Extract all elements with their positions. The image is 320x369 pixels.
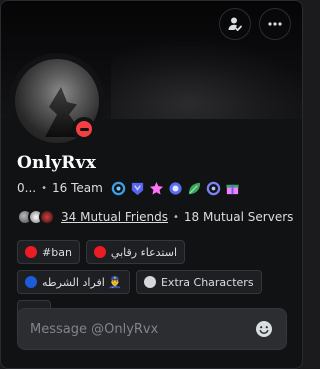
dnd-status-icon [76,121,92,137]
role-label: افراد الشرطه 👮‍♂️ [42,275,122,289]
ring-badge-icon[interactable] [206,180,222,196]
separator-dot: • [41,182,47,194]
message-box[interactable] [17,308,287,350]
quest-badge-icon[interactable] [168,180,184,196]
boost-badge-icon[interactable] [111,180,127,196]
smile-icon [256,321,272,337]
role-pill[interactable]: افراد الشرطه 👮‍♂️ [17,270,130,294]
nitro-badge-icon[interactable] [149,180,165,196]
message-input[interactable] [30,321,254,337]
role-pill[interactable]: Extra Characters [135,270,262,294]
add-friend-button[interactable] [219,8,251,40]
status-indicator [72,117,96,141]
role-pill[interactable]: #ban [17,240,80,264]
role-color-dot [25,246,37,258]
role-label: #ban [42,245,72,259]
role-label: Extra Characters [160,275,254,289]
badge-list [111,180,241,196]
gift-badge-icon[interactable] [225,180,241,196]
profile-popout: OnlyRvx 0... • 16 Team 34 Mutual Friends… [0,0,303,369]
separator-dot: • [173,211,179,223]
mutual-servers-link[interactable]: 18 Mutual Servers [184,210,293,224]
role-color-dot [93,246,106,258]
role-label: استدعاء رقابي [110,245,178,259]
emoji-button[interactable] [254,319,274,339]
display-name: OnlyRvx [17,153,97,173]
role-color-dot [25,276,37,288]
leaf-badge-icon[interactable] [187,180,203,196]
banner-image [111,41,302,119]
hypesquad-badge-icon[interactable] [130,180,146,196]
role-pill[interactable]: استدعاء رقابي [85,240,186,264]
ellipsis-icon [268,22,282,26]
mutual-friend-avatars[interactable] [17,209,55,225]
mutual-info: 34 Mutual Friends • 18 Mutual Servers [17,208,293,226]
role-color-dot [143,276,156,288]
mutual-friends-link[interactable]: 34 Mutual Friends [61,210,168,224]
more-options-button[interactable] [259,8,291,40]
pronouns: 0... [17,181,37,195]
mutual-avatar [39,209,55,225]
profile-subline: 0... • 16 Team [17,179,241,197]
team-label[interactable]: 16 Team [52,181,103,195]
person-add-icon [228,17,242,31]
